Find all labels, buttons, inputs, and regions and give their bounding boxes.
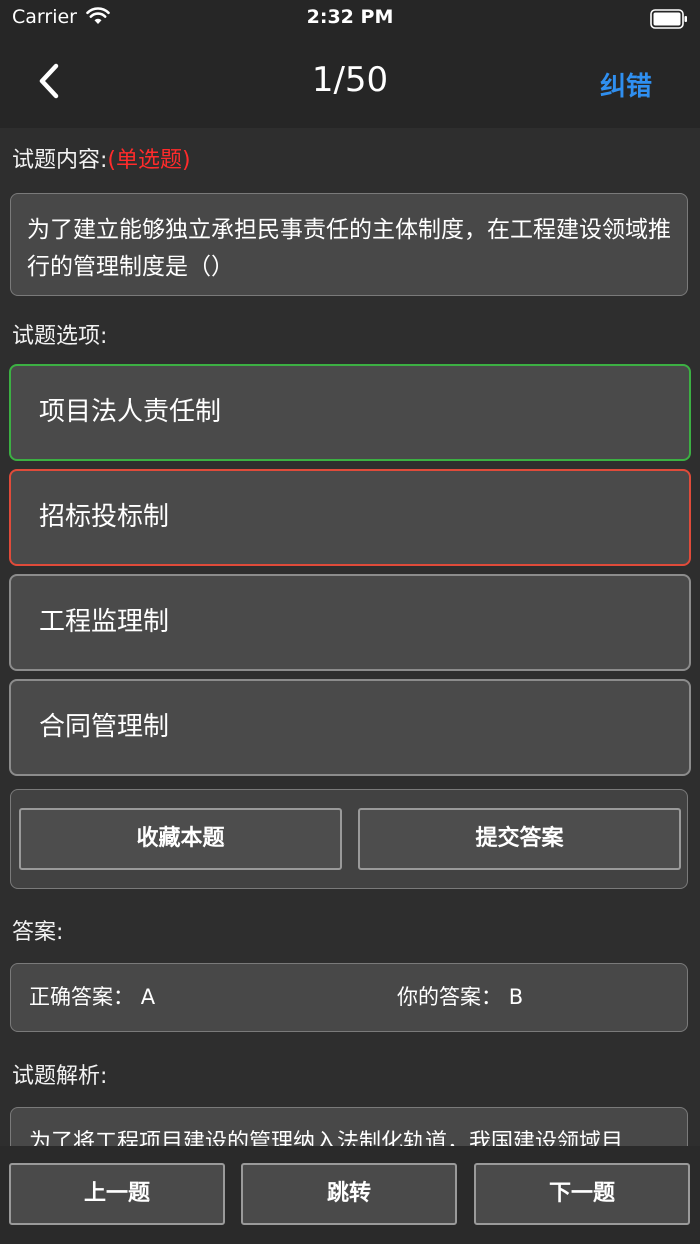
option-c[interactable]: 工程监理制 [9, 574, 691, 671]
question-type: (单选题) [107, 148, 191, 173]
answer-label: 答案: [12, 920, 64, 945]
option-text: 合同管理制 [39, 712, 170, 742]
option-a[interactable]: 项目法人责任制 [9, 364, 691, 461]
your-answer: 你的答案： B [397, 985, 524, 1009]
next-question-button[interactable]: 下一题 [474, 1163, 690, 1225]
question-text: 为了建立能够独立承担民事责任的主体制度，在工程建设领域推行的管理制度是（） [10, 193, 688, 296]
report-error-button[interactable]: 纠错 [600, 66, 652, 103]
analysis-label: 试题解析: [12, 1064, 108, 1089]
correct-answer-value: A [140, 985, 156, 1009]
action-panel: 收藏本题 提交答案 [10, 789, 688, 889]
option-text: 工程监理制 [39, 607, 170, 637]
your-answer-value: B [508, 985, 524, 1009]
option-b[interactable]: 招标投标制 [9, 469, 691, 566]
jump-button[interactable]: 跳转 [241, 1163, 457, 1225]
option-d[interactable]: 合同管理制 [9, 679, 691, 776]
correct-answer: 正确答案： A [29, 985, 156, 1009]
favorite-button[interactable]: 收藏本题 [19, 808, 342, 870]
battery-icon [650, 9, 687, 29]
bottom-toolbar: 上一题 跳转 下一题 [0, 1146, 700, 1244]
analysis-text: 为了将工程项目建设的管理纳入法制化轨道，我国建设领域目 [10, 1107, 688, 1146]
question-content-scroll[interactable]: 试题内容:(单选题) 为了建立能够独立承担民事责任的主体制度，在工程建设领域推行… [0, 128, 700, 1146]
status-bar: Carrier 2:32 PM [0, 0, 700, 40]
navigation-bar: 1/50 纠错 [0, 40, 700, 128]
question-content-label: 试题内容:(单选题) [12, 148, 191, 173]
page-title: 1/50 [311, 60, 389, 100]
previous-question-button[interactable]: 上一题 [9, 1163, 225, 1225]
answer-box: 正确答案： A 你的答案： B [10, 963, 688, 1032]
status-time: 2:32 PM [306, 6, 394, 28]
submit-answer-button[interactable]: 提交答案 [358, 808, 681, 870]
options-label: 试题选项: [12, 324, 108, 349]
option-text: 招标投标制 [39, 502, 170, 532]
option-text: 项目法人责任制 [39, 397, 222, 427]
